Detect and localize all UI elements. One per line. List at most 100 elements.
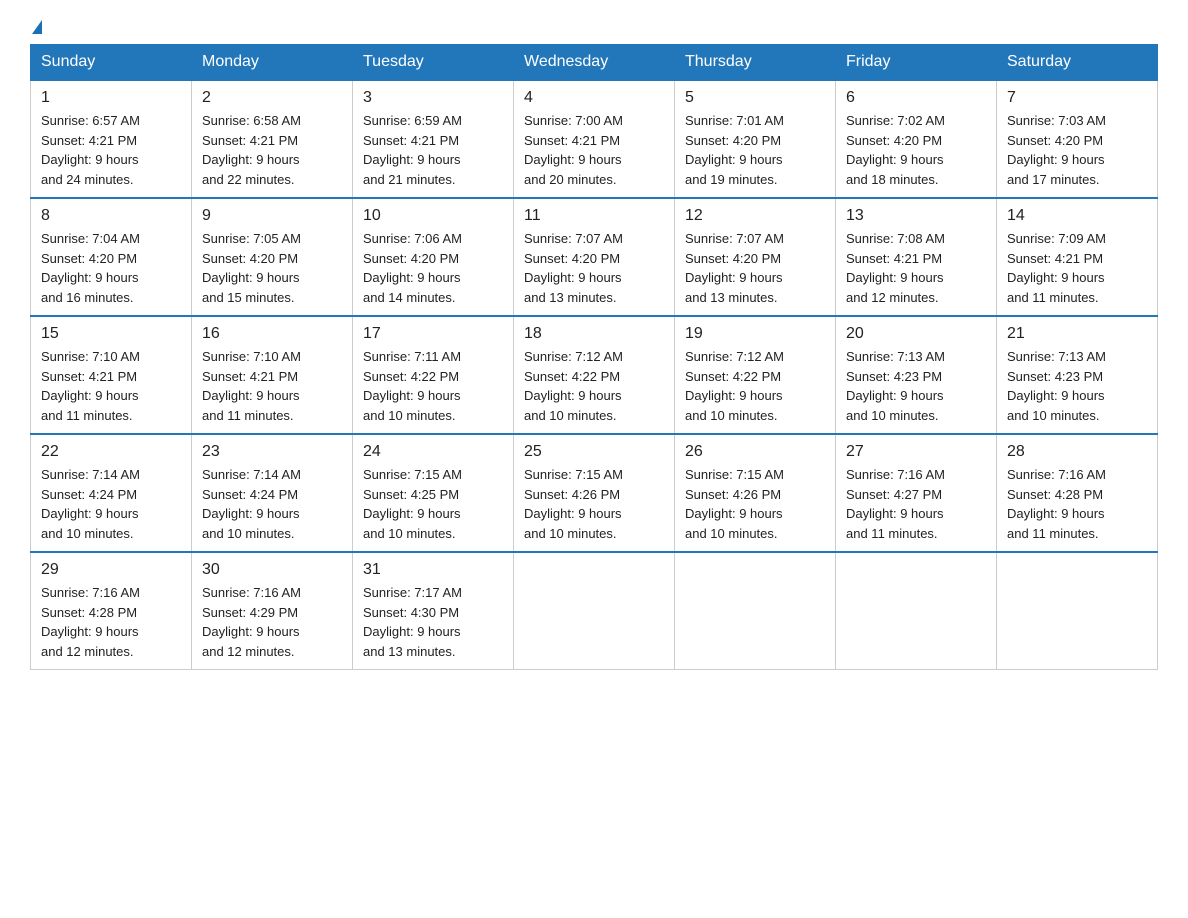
- day-info: Sunrise: 7:02 AMSunset: 4:20 PMDaylight:…: [846, 113, 945, 187]
- day-info: Sunrise: 7:15 AMSunset: 4:26 PMDaylight:…: [524, 467, 623, 541]
- day-of-week-header: Wednesday: [514, 45, 675, 81]
- day-number: 16: [202, 325, 342, 343]
- day-of-week-header: Thursday: [675, 45, 836, 81]
- day-number: 20: [846, 325, 986, 343]
- day-number: 1: [41, 89, 181, 107]
- day-info: Sunrise: 7:16 AMSunset: 4:27 PMDaylight:…: [846, 467, 945, 541]
- day-info: Sunrise: 7:03 AMSunset: 4:20 PMDaylight:…: [1007, 113, 1106, 187]
- day-number: 10: [363, 207, 503, 225]
- day-info: Sunrise: 7:08 AMSunset: 4:21 PMDaylight:…: [846, 231, 945, 305]
- calendar-day-cell: 24 Sunrise: 7:15 AMSunset: 4:25 PMDaylig…: [353, 434, 514, 552]
- day-info: Sunrise: 7:13 AMSunset: 4:23 PMDaylight:…: [846, 349, 945, 423]
- day-number: 18: [524, 325, 664, 343]
- day-number: 2: [202, 89, 342, 107]
- day-info: Sunrise: 7:07 AMSunset: 4:20 PMDaylight:…: [524, 231, 623, 305]
- day-of-week-header: Tuesday: [353, 45, 514, 81]
- day-info: Sunrise: 7:17 AMSunset: 4:30 PMDaylight:…: [363, 585, 462, 659]
- day-info: Sunrise: 7:12 AMSunset: 4:22 PMDaylight:…: [524, 349, 623, 423]
- calendar-day-cell: 28 Sunrise: 7:16 AMSunset: 4:28 PMDaylig…: [997, 434, 1158, 552]
- calendar-day-cell: 19 Sunrise: 7:12 AMSunset: 4:22 PMDaylig…: [675, 316, 836, 434]
- day-number: 11: [524, 207, 664, 225]
- calendar-header-row: SundayMondayTuesdayWednesdayThursdayFrid…: [31, 45, 1158, 81]
- day-info: Sunrise: 7:01 AMSunset: 4:20 PMDaylight:…: [685, 113, 784, 187]
- page-header: [30, 20, 1158, 34]
- day-number: 13: [846, 207, 986, 225]
- calendar-week-row: 1 Sunrise: 6:57 AMSunset: 4:21 PMDayligh…: [31, 80, 1158, 198]
- calendar-week-row: 15 Sunrise: 7:10 AMSunset: 4:21 PMDaylig…: [31, 316, 1158, 434]
- day-info: Sunrise: 6:59 AMSunset: 4:21 PMDaylight:…: [363, 113, 462, 187]
- calendar-day-cell: 23 Sunrise: 7:14 AMSunset: 4:24 PMDaylig…: [192, 434, 353, 552]
- day-info: Sunrise: 7:10 AMSunset: 4:21 PMDaylight:…: [202, 349, 301, 423]
- calendar-week-row: 29 Sunrise: 7:16 AMSunset: 4:28 PMDaylig…: [31, 552, 1158, 670]
- day-number: 28: [1007, 443, 1147, 461]
- calendar-day-cell: [836, 552, 997, 670]
- calendar-day-cell: 21 Sunrise: 7:13 AMSunset: 4:23 PMDaylig…: [997, 316, 1158, 434]
- calendar-day-cell: 9 Sunrise: 7:05 AMSunset: 4:20 PMDayligh…: [192, 198, 353, 316]
- calendar-day-cell: 6 Sunrise: 7:02 AMSunset: 4:20 PMDayligh…: [836, 80, 997, 198]
- day-info: Sunrise: 7:16 AMSunset: 4:28 PMDaylight:…: [1007, 467, 1106, 541]
- calendar-day-cell: 15 Sunrise: 7:10 AMSunset: 4:21 PMDaylig…: [31, 316, 192, 434]
- day-info: Sunrise: 7:14 AMSunset: 4:24 PMDaylight:…: [41, 467, 140, 541]
- calendar-table: SundayMondayTuesdayWednesdayThursdayFrid…: [30, 44, 1158, 670]
- calendar-day-cell: 7 Sunrise: 7:03 AMSunset: 4:20 PMDayligh…: [997, 80, 1158, 198]
- calendar-day-cell: [675, 552, 836, 670]
- calendar-day-cell: 31 Sunrise: 7:17 AMSunset: 4:30 PMDaylig…: [353, 552, 514, 670]
- day-of-week-header: Friday: [836, 45, 997, 81]
- day-info: Sunrise: 7:16 AMSunset: 4:28 PMDaylight:…: [41, 585, 140, 659]
- day-number: 9: [202, 207, 342, 225]
- day-number: 5: [685, 89, 825, 107]
- day-info: Sunrise: 7:04 AMSunset: 4:20 PMDaylight:…: [41, 231, 140, 305]
- calendar-day-cell: 14 Sunrise: 7:09 AMSunset: 4:21 PMDaylig…: [997, 198, 1158, 316]
- calendar-day-cell: 20 Sunrise: 7:13 AMSunset: 4:23 PMDaylig…: [836, 316, 997, 434]
- calendar-day-cell: 27 Sunrise: 7:16 AMSunset: 4:27 PMDaylig…: [836, 434, 997, 552]
- day-info: Sunrise: 7:06 AMSunset: 4:20 PMDaylight:…: [363, 231, 462, 305]
- day-info: Sunrise: 7:12 AMSunset: 4:22 PMDaylight:…: [685, 349, 784, 423]
- calendar-day-cell: 17 Sunrise: 7:11 AMSunset: 4:22 PMDaylig…: [353, 316, 514, 434]
- day-info: Sunrise: 6:58 AMSunset: 4:21 PMDaylight:…: [202, 113, 301, 187]
- calendar-day-cell: 10 Sunrise: 7:06 AMSunset: 4:20 PMDaylig…: [353, 198, 514, 316]
- day-number: 21: [1007, 325, 1147, 343]
- day-number: 27: [846, 443, 986, 461]
- calendar-day-cell: 3 Sunrise: 6:59 AMSunset: 4:21 PMDayligh…: [353, 80, 514, 198]
- calendar-day-cell: [997, 552, 1158, 670]
- day-number: 14: [1007, 207, 1147, 225]
- day-info: Sunrise: 7:16 AMSunset: 4:29 PMDaylight:…: [202, 585, 301, 659]
- calendar-week-row: 22 Sunrise: 7:14 AMSunset: 4:24 PMDaylig…: [31, 434, 1158, 552]
- day-number: 19: [685, 325, 825, 343]
- calendar-day-cell: 26 Sunrise: 7:15 AMSunset: 4:26 PMDaylig…: [675, 434, 836, 552]
- day-number: 23: [202, 443, 342, 461]
- day-number: 7: [1007, 89, 1147, 107]
- calendar-day-cell: 13 Sunrise: 7:08 AMSunset: 4:21 PMDaylig…: [836, 198, 997, 316]
- day-info: Sunrise: 7:11 AMSunset: 4:22 PMDaylight:…: [363, 349, 461, 423]
- calendar-day-cell: 18 Sunrise: 7:12 AMSunset: 4:22 PMDaylig…: [514, 316, 675, 434]
- day-number: 25: [524, 443, 664, 461]
- day-number: 17: [363, 325, 503, 343]
- day-number: 6: [846, 89, 986, 107]
- logo: [30, 20, 42, 34]
- calendar-day-cell: 5 Sunrise: 7:01 AMSunset: 4:20 PMDayligh…: [675, 80, 836, 198]
- calendar-day-cell: 12 Sunrise: 7:07 AMSunset: 4:20 PMDaylig…: [675, 198, 836, 316]
- day-number: 8: [41, 207, 181, 225]
- day-of-week-header: Saturday: [997, 45, 1158, 81]
- day-number: 15: [41, 325, 181, 343]
- day-number: 24: [363, 443, 503, 461]
- calendar-week-row: 8 Sunrise: 7:04 AMSunset: 4:20 PMDayligh…: [31, 198, 1158, 316]
- calendar-day-cell: 8 Sunrise: 7:04 AMSunset: 4:20 PMDayligh…: [31, 198, 192, 316]
- calendar-day-cell: 25 Sunrise: 7:15 AMSunset: 4:26 PMDaylig…: [514, 434, 675, 552]
- day-info: Sunrise: 6:57 AMSunset: 4:21 PMDaylight:…: [41, 113, 140, 187]
- calendar-day-cell: 2 Sunrise: 6:58 AMSunset: 4:21 PMDayligh…: [192, 80, 353, 198]
- day-info: Sunrise: 7:00 AMSunset: 4:21 PMDaylight:…: [524, 113, 623, 187]
- day-of-week-header: Monday: [192, 45, 353, 81]
- day-info: Sunrise: 7:05 AMSunset: 4:20 PMDaylight:…: [202, 231, 301, 305]
- calendar-day-cell: 11 Sunrise: 7:07 AMSunset: 4:20 PMDaylig…: [514, 198, 675, 316]
- day-number: 26: [685, 443, 825, 461]
- day-info: Sunrise: 7:07 AMSunset: 4:20 PMDaylight:…: [685, 231, 784, 305]
- calendar-day-cell: [514, 552, 675, 670]
- calendar-day-cell: 30 Sunrise: 7:16 AMSunset: 4:29 PMDaylig…: [192, 552, 353, 670]
- calendar-day-cell: 1 Sunrise: 6:57 AMSunset: 4:21 PMDayligh…: [31, 80, 192, 198]
- calendar-day-cell: 4 Sunrise: 7:00 AMSunset: 4:21 PMDayligh…: [514, 80, 675, 198]
- calendar-day-cell: 22 Sunrise: 7:14 AMSunset: 4:24 PMDaylig…: [31, 434, 192, 552]
- calendar-day-cell: 16 Sunrise: 7:10 AMSunset: 4:21 PMDaylig…: [192, 316, 353, 434]
- day-info: Sunrise: 7:13 AMSunset: 4:23 PMDaylight:…: [1007, 349, 1106, 423]
- day-number: 3: [363, 89, 503, 107]
